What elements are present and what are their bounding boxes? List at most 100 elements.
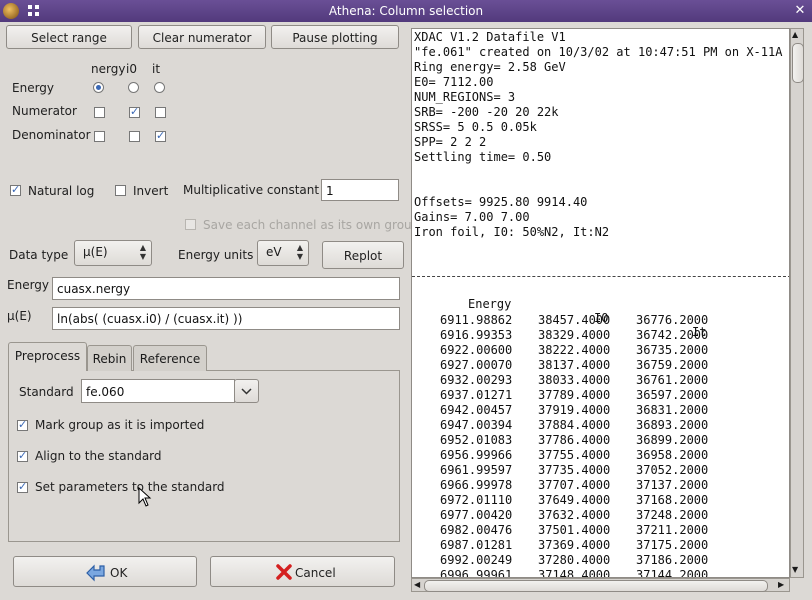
- table-cell: 6947.00394: [440, 418, 513, 432]
- table-cell: 6952.01083: [440, 433, 513, 447]
- table-cell: 6922.00600: [440, 343, 513, 357]
- mark-group-checkbox[interactable]: [17, 418, 28, 431]
- table-cell: 6932.00293: [440, 373, 513, 387]
- table-cell: 6996.99961: [440, 568, 513, 578]
- table-cell: 6977.00420: [440, 508, 513, 522]
- table-cell: 6982.00476: [440, 523, 513, 537]
- energy-radio-i0[interactable]: [128, 82, 139, 93]
- vertical-scrollbar[interactable]: ▲ ▼: [790, 28, 804, 578]
- table-cell: 36597.2000: [636, 388, 709, 402]
- table-cell: 6992.00249: [440, 553, 513, 567]
- table-cell: 36899.2000: [636, 433, 709, 447]
- mu-expression-label: μ(E): [7, 309, 32, 323]
- title-bar: Athena: Column selection ✕: [0, 0, 812, 22]
- table-cell: 37884.4000: [538, 418, 611, 432]
- file-header-line: Offsets= 9925.80 9914.40: [414, 195, 588, 209]
- data-type-select[interactable]: μ(E) ▲ ▼: [74, 240, 152, 266]
- ok-button[interactable]: OK: [13, 556, 197, 587]
- table-cell: 6911.98862: [440, 313, 513, 327]
- horizontal-scroll-thumb[interactable]: [424, 580, 768, 592]
- mu-expression-input[interactable]: ln(abs( (cuasx.i0) / (cuasx.it) )): [52, 307, 400, 330]
- clear-numerator-button[interactable]: Clear numerator: [138, 25, 266, 49]
- pause-plotting-button[interactable]: Pause plotting: [271, 25, 399, 49]
- numerator-checkbox-i0[interactable]: [129, 105, 140, 118]
- natural-log-checkbox[interactable]: [10, 183, 21, 196]
- data-type-value: μ(E): [83, 245, 108, 259]
- table-cell: 37144.2000: [636, 568, 709, 578]
- table-cell: 37052.2000: [636, 463, 709, 477]
- save-each-channel-checkbox[interactable]: [185, 219, 196, 230]
- file-column-headers: Energy I0 It: [412, 283, 706, 339]
- cancel-label: Cancel: [295, 566, 336, 580]
- window-title: Athena: Column selection: [328, 4, 484, 18]
- standard-input[interactable]: fe.060: [81, 379, 235, 403]
- energy-expression-input[interactable]: cuasx.nergy: [52, 277, 400, 300]
- scroll-left-icon[interactable]: ◀: [414, 579, 420, 591]
- numerator-checkbox-it[interactable]: [155, 107, 166, 118]
- energy-radio-it[interactable]: [154, 82, 165, 93]
- table-cell: 37168.2000: [636, 493, 709, 507]
- table-cell: 38457.4000: [538, 313, 611, 327]
- table-cell: 37501.4000: [538, 523, 611, 537]
- file-col-energy: Energy: [468, 297, 512, 311]
- file-header-line: NUM_REGIONS= 3: [414, 90, 516, 104]
- horizontal-scrollbar[interactable]: ◀ ▶: [411, 578, 790, 592]
- table-cell: 6937.01271: [440, 388, 513, 402]
- tab-rebin[interactable]: Rebin: [87, 345, 132, 371]
- energy-radio-nergy[interactable]: [93, 82, 104, 93]
- updown-arrows-icon: ▲ ▼: [139, 243, 146, 261]
- file-header-line: Gains= 7.00 7.00: [414, 210, 530, 224]
- table-cell: 37649.4000: [538, 493, 611, 507]
- scroll-down-icon[interactable]: ▼: [792, 565, 798, 575]
- select-range-button[interactable]: Select range: [6, 25, 132, 49]
- multiplicative-constant-input[interactable]: 1: [321, 179, 399, 201]
- numerator-row-label: Numerator: [12, 104, 77, 118]
- file-header-line: SPP= 2 2 2: [414, 135, 487, 149]
- cancel-x-icon: [276, 564, 292, 580]
- tab-preprocess[interactable]: Preprocess: [8, 342, 87, 371]
- table-cell: 6956.99966: [440, 448, 513, 462]
- updown-arrows-icon: ▲ ▼: [296, 243, 303, 261]
- standard-label: Standard: [19, 385, 74, 399]
- denominator-checkbox-i0[interactable]: [129, 131, 140, 142]
- denominator-checkbox-nergy[interactable]: [94, 131, 105, 142]
- table-cell: 6961.99597: [440, 463, 513, 477]
- standard-dropdown-button[interactable]: [234, 379, 259, 403]
- save-each-channel-label: Save each channel as its own group: [203, 218, 420, 232]
- invert-checkbox[interactable]: [115, 185, 126, 196]
- cancel-button[interactable]: Cancel: [210, 556, 395, 587]
- mark-group-label: Mark group as it is imported: [35, 418, 205, 432]
- file-header-line: "fe.061" created on 10/3/02 at 10:47:51 …: [414, 45, 783, 59]
- replot-button[interactable]: Replot: [322, 241, 404, 269]
- table-cell: 37280.4000: [538, 553, 611, 567]
- energy-units-select[interactable]: eV ▲ ▼: [257, 240, 309, 266]
- numerator-checkbox-nergy[interactable]: [94, 107, 105, 118]
- scroll-right-icon[interactable]: ▶: [778, 579, 784, 591]
- set-parameters-checkbox[interactable]: [17, 480, 28, 493]
- denominator-checkbox-it[interactable]: [155, 129, 166, 142]
- align-standard-checkbox[interactable]: [17, 449, 28, 462]
- column-header-i0: i0: [126, 62, 137, 76]
- energy-row-label: Energy: [12, 81, 55, 95]
- vertical-scroll-thumb[interactable]: [792, 43, 804, 83]
- table-cell: 6972.01110: [440, 493, 513, 507]
- column-header-it: it: [152, 62, 161, 76]
- back-arrow-icon: [86, 564, 105, 582]
- table-cell: 6987.01281: [440, 538, 513, 552]
- tab-reference[interactable]: Reference: [133, 345, 207, 371]
- invert-label: Invert: [133, 184, 169, 198]
- scroll-up-icon[interactable]: ▲: [792, 30, 798, 40]
- table-cell: 37735.4000: [538, 463, 611, 477]
- close-window-icon[interactable]: ✕: [792, 3, 808, 19]
- table-cell: 37248.2000: [636, 508, 709, 522]
- energy-units-value: eV: [266, 245, 282, 259]
- table-cell: 38329.4000: [538, 328, 611, 342]
- table-cell: 36893.2000: [636, 418, 709, 432]
- denominator-row-label: Denominator: [12, 128, 91, 142]
- table-cell: 6966.99978: [440, 478, 513, 492]
- table-cell: 36735.2000: [636, 343, 709, 357]
- column-header-nergy: nergy: [91, 62, 126, 76]
- mouse-cursor-icon: [138, 487, 152, 507]
- file-preview-textarea[interactable]: XDAC V1.2 Datafile V1 "fe.061" created on…: [411, 28, 790, 578]
- table-cell: 36958.2000: [636, 448, 709, 462]
